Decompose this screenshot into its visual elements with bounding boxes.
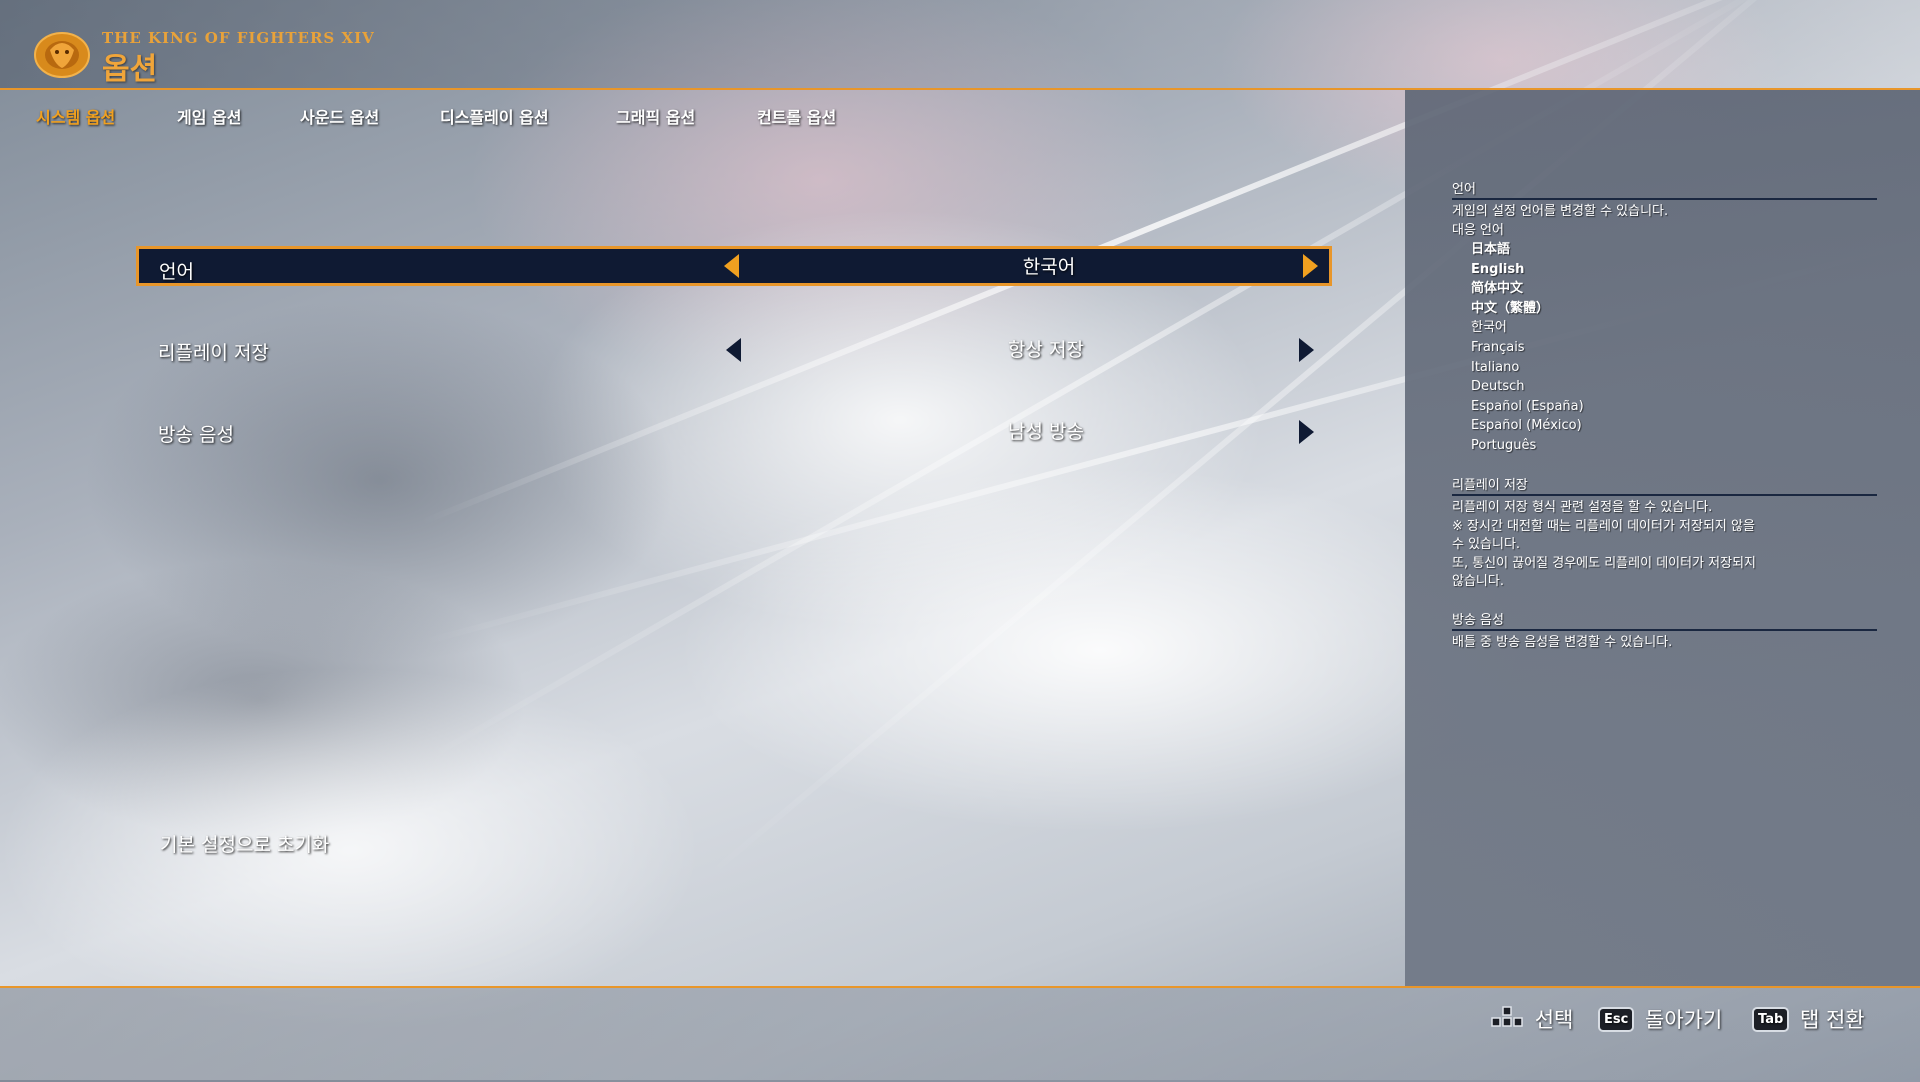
arrow-right-icon[interactable] xyxy=(1299,420,1314,444)
language-item: 中文（繁體） xyxy=(1471,300,1550,316)
option-value: 남성 방송 xyxy=(1008,421,1084,443)
info-section-announcer: 방송 음성 배틀 중 방송 음성을 변경할 수 있습니다. xyxy=(1452,609,1877,653)
info-description: 배틀 중 방송 음성을 변경할 수 있습니다. xyxy=(1452,635,1673,650)
language-item: 한국어 xyxy=(1471,320,1507,336)
header-bar: THE KING OF FIGHTERS XIV 옵션 xyxy=(0,0,1920,90)
option-row-announcer-voice[interactable]: 방송 음성 남성 방송 xyxy=(136,412,1332,452)
hint-select[interactable]: 선택 xyxy=(1490,1004,1573,1034)
page-title: 옵션 xyxy=(102,52,158,87)
language-item: Italiano xyxy=(1471,359,1520,375)
info-heading: 리플레이 저장 xyxy=(1452,474,1877,496)
arrow-right-icon[interactable] xyxy=(1299,338,1314,362)
arrow-left-icon[interactable] xyxy=(724,254,739,278)
language-item: Español (México) xyxy=(1471,418,1582,434)
info-heading: 언어 xyxy=(1452,178,1877,200)
language-item: Deutsch xyxy=(1471,379,1525,395)
tab-sound-options[interactable]: 사운드 옵션 xyxy=(300,104,379,128)
language-item: English xyxy=(1471,261,1525,277)
reset-to-default-button[interactable]: 기본 설정으로 초기화 xyxy=(160,830,329,857)
lion-crest-logo-icon xyxy=(34,32,90,78)
dpad-icon xyxy=(1491,1006,1523,1027)
hint-back-label: 돌아가기 xyxy=(1645,1008,1723,1032)
info-line: 수 있습니다. xyxy=(1452,537,1521,552)
language-item: Português xyxy=(1471,437,1537,453)
tab-key-icon: Tab xyxy=(1752,1006,1790,1032)
option-row-language[interactable]: 언어 한국어 xyxy=(136,246,1332,286)
info-section-language: 언어 게임의 설정 언어를 변경할 수 있습니다. 대응 언어 日本語 Engl… xyxy=(1452,178,1877,456)
language-item: Français xyxy=(1471,339,1525,355)
option-row-replay-save[interactable]: 리플레이 저장 항상 저장 xyxy=(136,330,1332,370)
info-panel: 언어 게임의 설정 언어를 변경할 수 있습니다. 대응 언어 日本語 Engl… xyxy=(1405,90,1920,986)
footer-bar xyxy=(0,986,1920,1082)
tab-control-options[interactable]: 컨트롤 옵션 xyxy=(757,104,836,128)
language-item: 日本語 xyxy=(1471,242,1511,257)
supported-languages-label: 대응 언어 xyxy=(1452,222,1504,238)
hint-select-label: 선택 xyxy=(1534,1008,1574,1032)
arrow-left-icon[interactable] xyxy=(726,338,741,362)
language-item: 简体中文 xyxy=(1471,281,1524,297)
option-value: 한국어 xyxy=(1022,256,1076,278)
language-item: Español (España) xyxy=(1471,398,1584,414)
option-label: 방송 음성 xyxy=(158,424,234,446)
tab-graphics-options[interactable]: 그래픽 옵션 xyxy=(616,104,695,128)
arrow-right-icon[interactable] xyxy=(1303,254,1318,278)
tab-system-options[interactable]: 시스템 옵션 xyxy=(36,104,115,128)
hint-tab-label: 탭 전환 xyxy=(1799,1008,1865,1032)
info-heading: 방송 음성 xyxy=(1452,609,1877,631)
info-line: 않습니다. xyxy=(1452,574,1504,589)
hint-tab-switch[interactable]: Tab 탭 전환 xyxy=(1752,1004,1865,1034)
option-value: 항상 저장 xyxy=(1008,339,1084,361)
info-line: 또, 통신이 끊어질 경우에도 리플레이 데이터가 저장되지 xyxy=(1452,555,1757,571)
option-label: 리플레이 저장 xyxy=(158,342,269,364)
hint-back[interactable]: Esc 돌아가기 xyxy=(1598,1004,1722,1034)
tab-display-options[interactable]: 디스플레이 옵션 xyxy=(440,104,549,128)
tab-game-options[interactable]: 게임 옵션 xyxy=(177,104,241,128)
info-line: 리플레이 저장 형식 관련 설정을 할 수 있습니다. xyxy=(1452,500,1713,515)
info-description: 게임의 설정 언어를 변경할 수 있습니다. xyxy=(1452,204,1669,219)
info-section-replay: 리플레이 저장 리플레이 저장 형식 관련 설정을 할 수 있습니다. ※ 장시… xyxy=(1452,474,1877,592)
option-label: 언어 xyxy=(159,261,194,283)
info-line: ※ 장시간 대전할 때는 리플레이 데이터가 저장되지 않을 xyxy=(1452,518,1755,534)
esc-key-icon: Esc xyxy=(1598,1006,1635,1032)
